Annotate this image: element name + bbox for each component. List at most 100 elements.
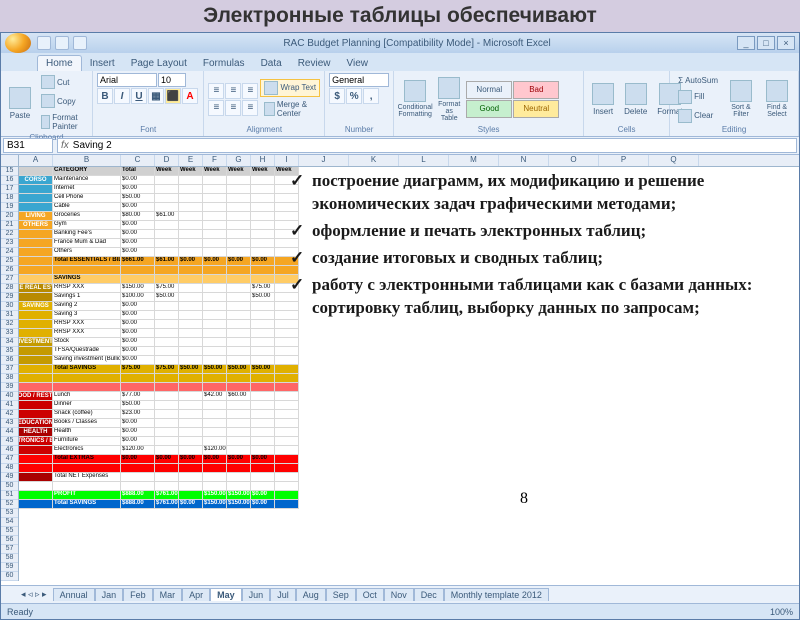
cell[interactable] bbox=[203, 374, 227, 383]
cell[interactable]: $75.00 bbox=[251, 284, 275, 293]
cell[interactable] bbox=[53, 266, 121, 275]
cell[interactable] bbox=[227, 176, 251, 185]
cell[interactable] bbox=[179, 311, 203, 320]
align-bot[interactable]: ≡ bbox=[242, 83, 258, 99]
align-top[interactable]: ≡ bbox=[208, 83, 224, 99]
row-header[interactable]: 55 bbox=[1, 527, 18, 536]
cell[interactable] bbox=[155, 347, 179, 356]
cell[interactable]: Week bbox=[203, 167, 227, 176]
cell[interactable] bbox=[179, 482, 203, 491]
cell[interactable]: $60.00 bbox=[227, 392, 251, 401]
cell[interactable] bbox=[203, 284, 227, 293]
cell[interactable]: Saving investment (Bullionvault) bbox=[53, 356, 121, 365]
row-header[interactable]: 46 bbox=[1, 446, 18, 455]
name-box[interactable]: B31 bbox=[3, 138, 53, 153]
cell[interactable]: $150.00 bbox=[203, 500, 227, 509]
cell[interactable]: Saving 3 bbox=[53, 311, 121, 320]
cell[interactable] bbox=[155, 329, 179, 338]
cell[interactable] bbox=[155, 275, 179, 284]
row-header[interactable]: 44 bbox=[1, 428, 18, 437]
cell[interactable] bbox=[179, 401, 203, 410]
cell[interactable] bbox=[203, 320, 227, 329]
cell[interactable] bbox=[227, 338, 251, 347]
row-header[interactable]: 25 bbox=[1, 257, 18, 266]
align-left[interactable]: ≡ bbox=[208, 100, 224, 116]
cell[interactable]: $75.00 bbox=[121, 365, 155, 374]
cell[interactable]: $0.00 bbox=[121, 239, 155, 248]
cell[interactable] bbox=[155, 185, 179, 194]
cell[interactable] bbox=[203, 410, 227, 419]
cell[interactable] bbox=[179, 212, 203, 221]
cell[interactable]: Furniture bbox=[53, 437, 121, 446]
cell[interactable] bbox=[19, 275, 53, 284]
cell[interactable] bbox=[227, 329, 251, 338]
cell[interactable] bbox=[203, 212, 227, 221]
cell[interactable]: HEALTH bbox=[19, 428, 53, 437]
font-color-button[interactable]: A bbox=[182, 88, 198, 104]
cell[interactable] bbox=[155, 266, 179, 275]
cell[interactable]: $0.00 bbox=[121, 176, 155, 185]
cell[interactable] bbox=[179, 374, 203, 383]
cell[interactable] bbox=[155, 473, 179, 482]
cell[interactable] bbox=[251, 383, 275, 392]
cell[interactable]: $50.00 bbox=[251, 365, 275, 374]
cell[interactable]: $888.00 bbox=[121, 491, 155, 500]
cell[interactable] bbox=[203, 401, 227, 410]
cell[interactable] bbox=[19, 167, 53, 176]
align-center[interactable]: ≡ bbox=[225, 100, 241, 116]
cell[interactable] bbox=[155, 203, 179, 212]
row-header[interactable]: 27 bbox=[1, 275, 18, 284]
align-right[interactable]: ≡ bbox=[242, 100, 258, 116]
cell[interactable]: Stock bbox=[53, 338, 121, 347]
cell[interactable] bbox=[155, 239, 179, 248]
cell[interactable] bbox=[203, 239, 227, 248]
cell[interactable] bbox=[203, 482, 227, 491]
cell[interactable] bbox=[227, 311, 251, 320]
cell[interactable]: $0.00 bbox=[179, 455, 203, 464]
cell[interactable] bbox=[227, 221, 251, 230]
cell[interactable] bbox=[179, 329, 203, 338]
cell[interactable] bbox=[203, 356, 227, 365]
autosum-button[interactable]: ΣAutoSum bbox=[674, 74, 722, 87]
cell[interactable]: $61.00 bbox=[155, 257, 179, 266]
cell[interactable]: EDUCATION bbox=[19, 419, 53, 428]
cell[interactable] bbox=[227, 212, 251, 221]
col-header[interactable]: H bbox=[251, 155, 275, 166]
row-header[interactable]: 41 bbox=[1, 401, 18, 410]
row-header[interactable]: 53 bbox=[1, 509, 18, 518]
cell[interactable]: $75.00 bbox=[155, 365, 179, 374]
cell[interactable] bbox=[179, 410, 203, 419]
cell[interactable] bbox=[19, 464, 53, 473]
cell[interactable] bbox=[179, 284, 203, 293]
cell[interactable] bbox=[227, 302, 251, 311]
cell[interactable] bbox=[251, 356, 275, 365]
cell[interactable] bbox=[155, 302, 179, 311]
row-header[interactable]: 34 bbox=[1, 338, 18, 347]
cell[interactable] bbox=[19, 455, 53, 464]
cell[interactable] bbox=[203, 176, 227, 185]
conditional-formatting-button[interactable]: Conditional Formatting bbox=[398, 74, 432, 124]
cell[interactable] bbox=[179, 239, 203, 248]
cell[interactable]: Savings 1 bbox=[53, 293, 121, 302]
sheet-tab[interactable]: Sep bbox=[326, 588, 356, 601]
cell[interactable]: OTHERS bbox=[19, 221, 53, 230]
bold-button[interactable]: B bbox=[97, 88, 113, 104]
cell[interactable] bbox=[155, 311, 179, 320]
cell[interactable]: Snack (coffee) bbox=[53, 410, 121, 419]
cell[interactable]: Books / Classes bbox=[53, 419, 121, 428]
col-header[interactable]: P bbox=[599, 155, 649, 166]
cell[interactable]: Total bbox=[121, 167, 155, 176]
row-header[interactable]: 33 bbox=[1, 329, 18, 338]
border-button[interactable]: ▦ bbox=[148, 88, 164, 104]
cell[interactable] bbox=[155, 419, 179, 428]
cell[interactable] bbox=[179, 356, 203, 365]
cell[interactable]: $0.00 bbox=[227, 257, 251, 266]
cell[interactable] bbox=[179, 428, 203, 437]
row-header[interactable]: 48 bbox=[1, 464, 18, 473]
cell[interactable] bbox=[275, 356, 299, 365]
cell[interactable] bbox=[19, 257, 53, 266]
row-header[interactable]: 15 bbox=[1, 167, 18, 176]
sheet-tab[interactable]: Nov bbox=[384, 588, 414, 601]
cell[interactable] bbox=[251, 266, 275, 275]
delete-cells-button[interactable]: Delete bbox=[620, 74, 651, 124]
